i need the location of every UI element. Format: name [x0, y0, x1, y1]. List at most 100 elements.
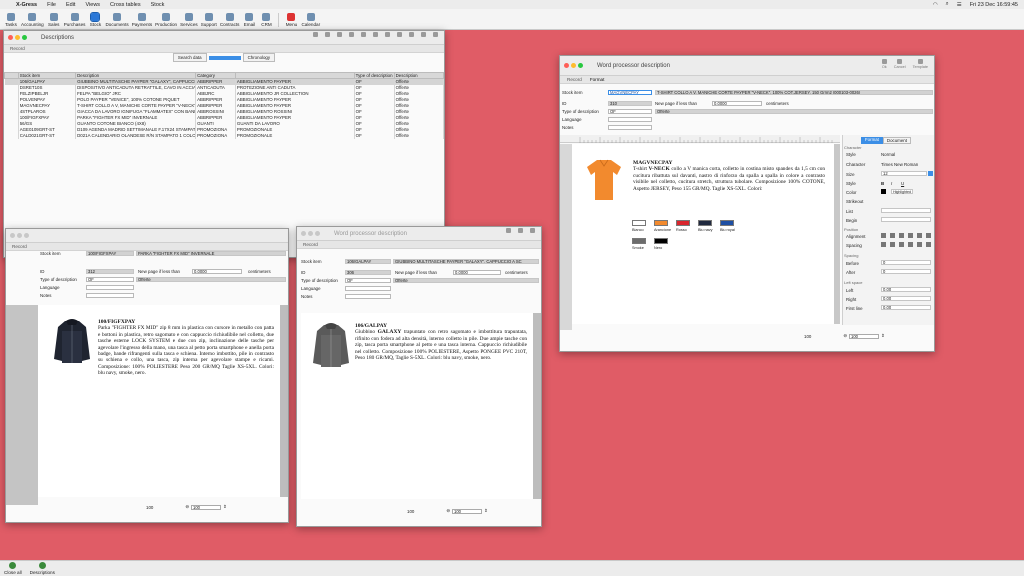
toolbar-payments[interactable]: Payments [132, 13, 152, 27]
tab-record[interactable]: Record [303, 242, 318, 247]
refresh-button[interactable] [421, 32, 426, 38]
toolbar-email[interactable]: Email [242, 13, 256, 27]
clock[interactable]: Fri 23 Dec 16:59:45 [970, 2, 1018, 8]
search-button[interactable] [361, 32, 366, 38]
search-icon[interactable]: ⌕ [946, 1, 949, 8]
notes-field[interactable] [608, 125, 652, 130]
toolbar-purchases[interactable]: Purchases [64, 13, 85, 27]
notes-field[interactable] [86, 293, 134, 298]
minimize-window-button[interactable] [15, 35, 20, 40]
language-field[interactable] [86, 285, 134, 290]
spacing-buttons[interactable] [881, 242, 931, 247]
stock-item-field[interactable]: 100/FIGFXPAY [86, 251, 134, 256]
zoom-stepper-icon[interactable]: ⇕ [881, 333, 885, 339]
wp3-ruler[interactable] [560, 135, 840, 143]
menu-stock[interactable]: Stock [151, 2, 165, 8]
id-field[interactable]: 306 [345, 270, 391, 275]
menu-cross-tables[interactable]: Cross tables [110, 2, 141, 8]
zoom-out-icon[interactable]: ⊖ [446, 508, 450, 514]
zoom-window-button[interactable] [22, 35, 27, 40]
zoom-window-button[interactable] [578, 63, 583, 68]
tab-chronology[interactable]: Chronology [242, 53, 276, 62]
language-field[interactable] [345, 286, 391, 291]
language-field[interactable] [608, 117, 652, 122]
wp3-titlebar[interactable]: Word processor description Ok Cancel Tem… [560, 56, 934, 76]
app-name[interactable]: X-Gress [16, 2, 37, 8]
size-field[interactable]: 12 [881, 171, 927, 176]
minimize-window-button[interactable] [571, 63, 576, 68]
wp1-titlebar[interactable] [6, 229, 288, 243]
italic-button[interactable]: I [891, 181, 892, 186]
stock-item-field[interactable]: 106/GALPAY [345, 259, 391, 264]
delete-record-button[interactable] [349, 32, 354, 38]
toolbar-crm[interactable]: CRM [259, 13, 273, 27]
menu-edit[interactable]: Edit [66, 2, 75, 8]
newpage-field[interactable]: 0.0000 [712, 101, 762, 106]
tab-record[interactable]: Record [12, 244, 27, 249]
duplicate-record-button[interactable] [337, 32, 342, 38]
wifi-icon[interactable]: ◠ [933, 2, 938, 8]
toolbar-menu[interactable]: Menu [284, 13, 298, 27]
ok-button[interactable]: Ok [881, 59, 887, 69]
underline-button[interactable]: U [901, 181, 904, 186]
cancel-button[interactable]: Cancel [894, 59, 906, 69]
column-header-type[interactable]: Type of description [353, 72, 395, 79]
type-field[interactable]: OF [345, 278, 391, 283]
toolbar-calendar[interactable]: Calendar [301, 13, 320, 27]
zoom-field[interactable]: 100 [191, 504, 222, 510]
toolbar-support[interactable]: Support [201, 13, 217, 27]
options-button[interactable] [409, 32, 414, 38]
close-window-button[interactable] [301, 231, 306, 236]
notes-field[interactable] [345, 294, 391, 299]
zoom-field[interactable]: 100 [452, 508, 483, 514]
size-stepper-icon[interactable] [928, 171, 933, 176]
minimize-window-button[interactable] [308, 231, 313, 236]
newpage-field[interactable]: 0.0000 [192, 269, 242, 274]
type-field[interactable]: OF [608, 109, 652, 114]
new-record-button[interactable] [313, 32, 318, 38]
text-color-swatch[interactable] [881, 189, 886, 194]
toolbar-accounting[interactable]: Accounting [21, 13, 44, 27]
toolbar-contracts[interactable]: Contracts [220, 13, 239, 27]
stock-description-field[interactable]: PARKA "FIGHTER FX MID" INVERNALE [136, 251, 286, 256]
wp2-titlebar[interactable]: Word processor description [297, 227, 541, 241]
list-field[interactable] [881, 208, 931, 213]
wp1-document[interactable]: 100/FIGFXPAY Parka "FIGHTER FX MID" zip … [38, 305, 280, 497]
before-field[interactable]: 0 [881, 260, 931, 265]
id-field[interactable]: 312 [86, 269, 134, 274]
table-row[interactable]: CALD021GRT-ST D021A CALENDARIO OLANDESE R… [4, 132, 444, 139]
zoom-out-icon[interactable]: ⊖ [843, 333, 847, 339]
tab-record[interactable]: Record [566, 77, 583, 82]
close-window-button[interactable] [8, 35, 13, 40]
descriptions-button[interactable]: Descriptions [30, 562, 55, 575]
menu-views[interactable]: Views [85, 2, 100, 8]
tab-selected[interactable] [208, 55, 241, 60]
stock-item-field[interactable]: MAGVNECPAY [608, 90, 652, 95]
id-field[interactable]: 310 [608, 101, 652, 106]
zoom-stepper-icon[interactable]: ⇕ [223, 504, 227, 510]
toolbar-sales[interactable]: Sales [47, 13, 61, 27]
menu-file[interactable]: File [47, 2, 56, 8]
close-window-button[interactable] [564, 63, 569, 68]
zoom-out-icon[interactable]: ⊖ [185, 504, 189, 510]
toolbar-production[interactable]: Production [155, 13, 177, 27]
template-button[interactable]: Template [913, 59, 928, 69]
tab-format[interactable]: Format [589, 77, 606, 82]
minimize-window-button[interactable] [17, 233, 22, 238]
template-button[interactable] [530, 228, 535, 234]
inspector-tab-format[interactable]: Format [861, 137, 883, 144]
bold-button[interactable]: B [881, 181, 884, 186]
begin-field[interactable] [881, 217, 931, 222]
wp3-document[interactable]: MAGVNECPAY T-shirt V-NECK collo a V mani… [572, 144, 834, 324]
print-button[interactable] [373, 32, 378, 38]
ok-button[interactable] [506, 228, 511, 234]
close-all-button[interactable]: Close all [4, 562, 22, 575]
close-window-button[interactable] [10, 233, 15, 238]
inspector-tab-document[interactable]: Document [882, 137, 911, 144]
descriptions-titlebar[interactable]: Descriptions [4, 31, 444, 45]
stock-description-field[interactable]: T-SHIRT COLLO A V, MANICHE CORTE PAYPER … [655, 90, 933, 95]
tab-record[interactable]: Record [10, 46, 25, 51]
zoom-stepper-icon[interactable]: ⇕ [484, 508, 488, 514]
wp2-document[interactable]: 106/GALPAY Giubbino GALAXY trapuntato co… [301, 313, 533, 499]
stock-description-field[interactable]: GIUBBINO MULTITASCHE PAYPER "GALAXY", CA… [393, 259, 539, 264]
